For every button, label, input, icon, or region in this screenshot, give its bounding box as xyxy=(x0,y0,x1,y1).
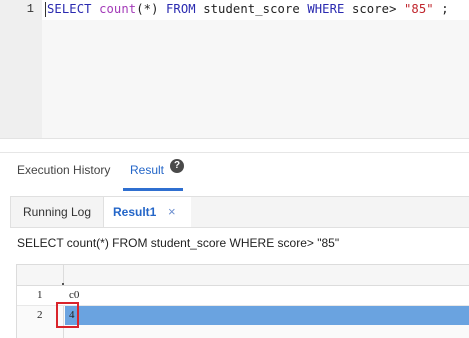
row-number: 1 xyxy=(37,289,43,301)
subtab-bar: Running Log Result1 × xyxy=(10,196,469,228)
row-number: 2 xyxy=(37,309,43,321)
semicolon: ; xyxy=(441,2,449,16)
table-row[interactable]: 1 c0 xyxy=(17,286,469,306)
kw-select: SELECT xyxy=(47,2,92,16)
string-literal: "85" xyxy=(404,2,434,16)
text-cursor xyxy=(45,2,46,17)
active-tab-indicator xyxy=(123,188,183,191)
result-grid: 1 c0 2 4 xyxy=(16,264,469,338)
tab-execution-history[interactable]: Execution History xyxy=(17,163,110,177)
grid-header xyxy=(17,265,469,286)
table-row[interactable]: 2 4 xyxy=(17,306,469,325)
result-tabs: Execution History Result xyxy=(0,152,469,191)
subtab-running-log[interactable]: Running Log xyxy=(11,197,104,227)
line-number: 1 xyxy=(26,2,34,16)
table-name: student_score xyxy=(203,2,300,16)
fn-count: count xyxy=(99,2,137,16)
kw-from: FROM xyxy=(166,2,196,16)
close-icon[interactable]: × xyxy=(168,197,176,227)
subtab-result1-label: Result1 xyxy=(113,205,157,219)
header-marker xyxy=(62,283,64,285)
paren-star: (*) xyxy=(136,2,159,16)
row-selection-highlight xyxy=(65,306,469,325)
kw-where: WHERE xyxy=(307,2,345,16)
question-circle-icon[interactable]: ? xyxy=(170,159,184,173)
sql-code[interactable]: SELECT count(*) FROM student_score WHERE… xyxy=(47,2,449,16)
subtab-result1[interactable]: Result1 × xyxy=(104,197,191,227)
editor-gutter xyxy=(0,0,42,138)
column-expr: score> xyxy=(351,2,397,16)
table-cell[interactable]: c0 xyxy=(69,289,79,301)
highlight-box xyxy=(56,302,79,328)
tab-result[interactable]: Result xyxy=(130,163,164,177)
executed-query: SELECT count(*) FROM student_score WHERE… xyxy=(17,236,340,250)
sql-editor[interactable]: 1 SELECT count(*) FROM student_score WHE… xyxy=(0,0,469,139)
